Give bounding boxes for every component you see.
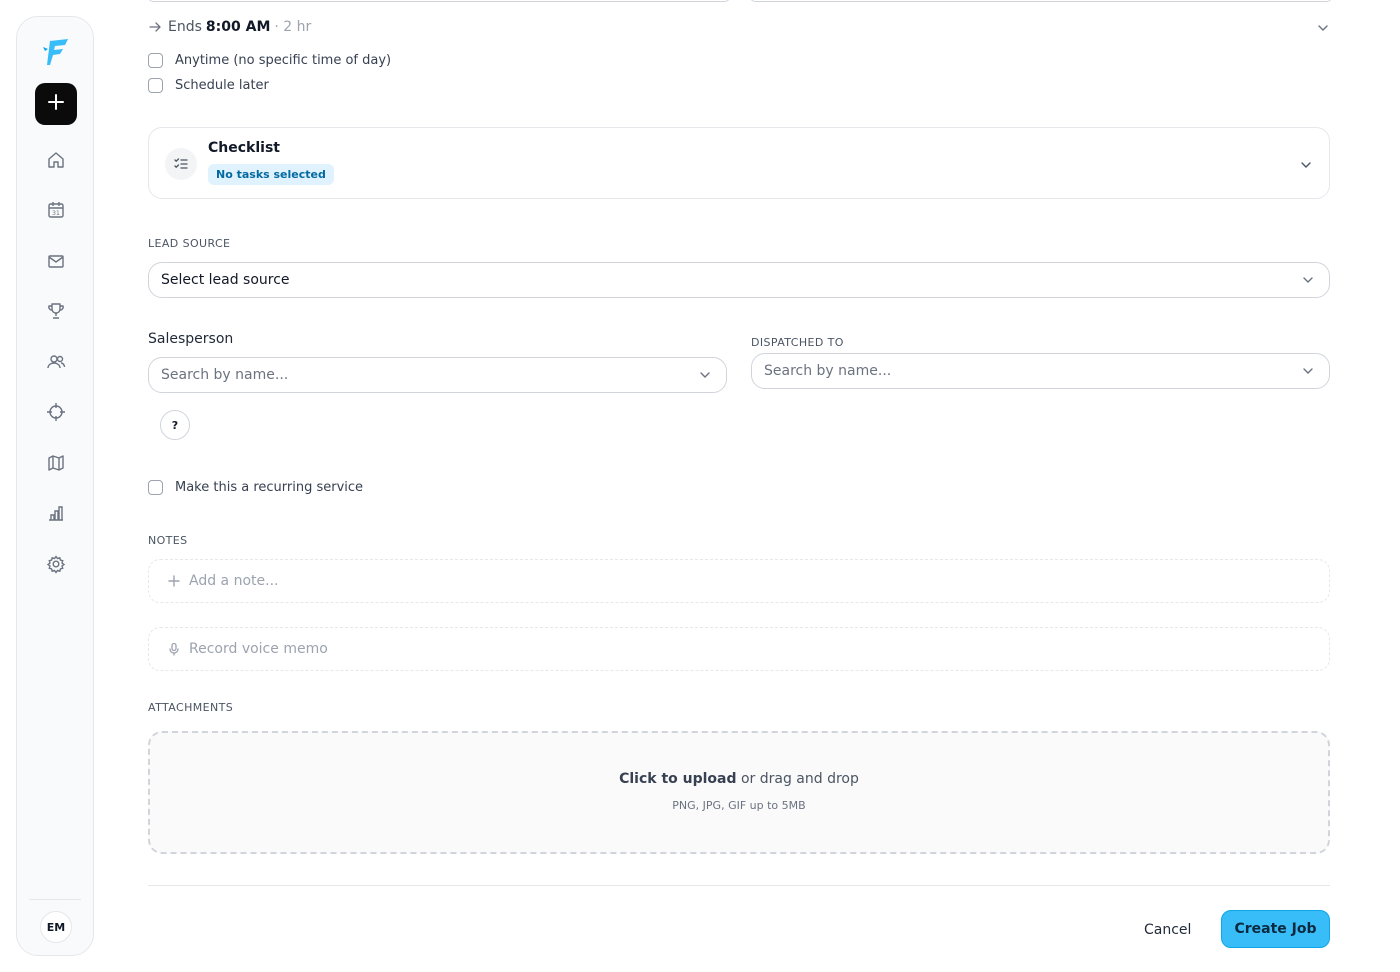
salesperson-help-button[interactable]: ? xyxy=(160,410,190,440)
attachments-label: ATTACHMENTS xyxy=(148,701,234,714)
microphone-icon xyxy=(167,642,181,656)
sidebar: 31 EM xyxy=(16,16,94,956)
mail-icon[interactable] xyxy=(45,250,67,272)
add-note-label: Add a note... xyxy=(189,573,279,589)
schedule-later-label: Schedule later xyxy=(175,78,269,93)
ends-prefix: Ends xyxy=(168,19,202,35)
trophy-icon[interactable] xyxy=(45,300,67,322)
voice-memo-label: Record voice memo xyxy=(189,641,328,657)
users-icon[interactable] xyxy=(45,351,67,373)
checklist-card[interactable]: Checklist No tasks selected xyxy=(148,127,1330,199)
dispatched-to-label: DISPATCHED TO xyxy=(751,336,844,349)
end-time-field-edge[interactable] xyxy=(750,0,1332,2)
checklist-icon xyxy=(165,148,197,180)
start-time-field-edge[interactable] xyxy=(148,0,730,2)
salesperson-label: Salesperson xyxy=(148,331,234,347)
chevron-down-icon[interactable] xyxy=(1299,157,1313,171)
notes-label: NOTES xyxy=(148,534,188,547)
lead-source-select[interactable]: Select lead source xyxy=(148,262,1330,298)
arrow-right-icon xyxy=(148,20,162,34)
click-to-upload-link[interactable]: Click to upload xyxy=(619,771,736,787)
anytime-label: Anytime (no specific time of day) xyxy=(175,53,392,68)
ends-summary: Ends 8:00 AM · 2 hr xyxy=(148,17,311,37)
record-voice-memo-button[interactable]: Record voice memo xyxy=(148,627,1330,671)
bar-chart-icon[interactable] xyxy=(45,502,67,524)
anytime-checkbox[interactable] xyxy=(148,53,163,68)
add-note-button[interactable]: Add a note... xyxy=(148,559,1330,603)
duration: · 2 hr xyxy=(274,19,312,35)
chevron-down-icon[interactable] xyxy=(1316,20,1330,34)
checklist-status-badge: No tasks selected xyxy=(208,164,334,185)
upload-instructions: Click to upload or drag and drop xyxy=(150,771,1328,787)
logo-icon[interactable] xyxy=(41,37,71,67)
plus-icon xyxy=(47,93,65,115)
drag-drop-text: or drag and drop xyxy=(736,771,859,787)
recurring-checkbox[interactable] xyxy=(148,480,163,495)
new-button[interactable] xyxy=(35,83,77,125)
salesperson-placeholder: Search by name... xyxy=(161,367,289,383)
dispatched-placeholder: Search by name... xyxy=(764,363,892,379)
recurring-option[interactable]: Make this a recurring service xyxy=(148,480,363,495)
upload-formats: PNG, JPG, GIF up to 5MB xyxy=(672,799,806,812)
calendar-icon[interactable]: 31 xyxy=(45,199,67,221)
chevron-down-icon xyxy=(698,368,712,382)
create-job-button[interactable]: Create Job xyxy=(1221,910,1330,948)
svg-text:31: 31 xyxy=(52,210,60,217)
ends-time: 8:00 AM xyxy=(205,19,271,35)
salesperson-search[interactable]: Search by name... xyxy=(148,357,727,393)
recurring-label: Make this a recurring service xyxy=(175,480,364,495)
map-icon[interactable] xyxy=(45,452,67,474)
lead-source-label: LEAD SOURCE xyxy=(148,237,231,250)
schedule-later-option[interactable]: Schedule later xyxy=(148,78,269,93)
cancel-button[interactable]: Cancel xyxy=(1136,916,1199,944)
sidebar-divider xyxy=(29,899,81,900)
anytime-option[interactable]: Anytime (no specific time of day) xyxy=(148,53,391,68)
crosshair-icon[interactable] xyxy=(45,401,67,423)
gear-icon[interactable] xyxy=(45,553,67,575)
job-form: Ends 8:00 AM · 2 hr Anytime (no specific… xyxy=(148,0,1332,972)
chevron-down-icon xyxy=(1301,273,1315,287)
home-icon[interactable] xyxy=(45,149,67,171)
footer-divider xyxy=(148,885,1330,886)
avatar[interactable]: EM xyxy=(40,911,72,943)
chevron-down-icon xyxy=(1301,364,1315,378)
upload-dropzone[interactable]: Click to upload or drag and drop PNG, JP… xyxy=(148,731,1330,854)
schedule-later-checkbox[interactable] xyxy=(148,78,163,93)
lead-source-value: Select lead source xyxy=(161,272,290,288)
checklist-title: Checklist xyxy=(208,140,280,156)
plus-icon xyxy=(167,574,181,588)
dispatched-to-search[interactable]: Search by name... xyxy=(751,353,1330,389)
